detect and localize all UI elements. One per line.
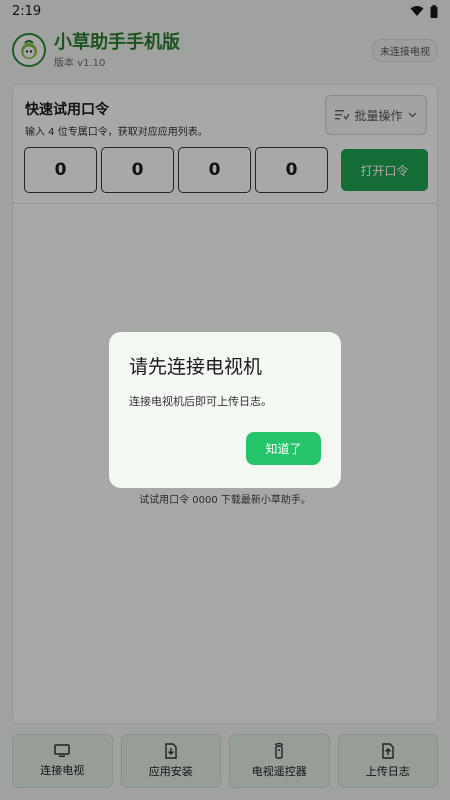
dialog-confirm-button[interactable]: 知道了: [246, 432, 321, 465]
dialog-title: 请先连接电视机: [129, 356, 263, 378]
connect-tv-dialog: 请先连接电视机 连接电视机后即可上传日志。 知道了: [109, 332, 341, 488]
dialog-message: 连接电视机后即可上传日志。: [129, 395, 272, 408]
